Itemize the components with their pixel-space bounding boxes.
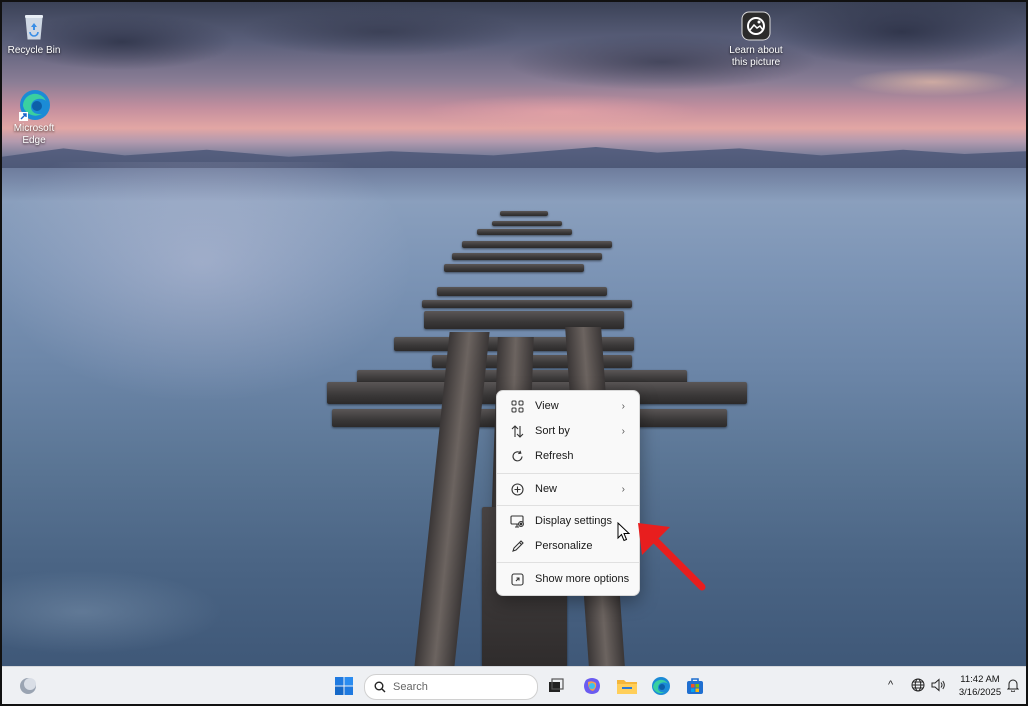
menu-item-show-more-options[interactable]: Show more options — [501, 567, 635, 591]
widgets-icon[interactable] — [18, 676, 38, 696]
menu-item-label: Refresh — [535, 450, 574, 462]
system-clock[interactable]: 11:42 AM 3/16/2025 — [954, 673, 1006, 699]
chevron-right-icon: › — [621, 400, 625, 412]
volume-icon[interactable] — [931, 678, 947, 694]
menu-item-sort-by[interactable]: Sort by › — [501, 419, 635, 443]
desktop-icon-recycle-bin[interactable]: Recycle Bin — [2, 10, 66, 57]
chevron-right-icon: › — [621, 483, 625, 495]
desktop-icon-label: Recycle Bin — [7, 45, 61, 56]
spotlight-label: Learn about this picture — [729, 45, 783, 68]
mouse-cursor-icon — [617, 522, 630, 542]
taskbar: Search ^ 11:42 AM 3/16/2025 — [2, 666, 1026, 704]
spotlight-icon — [740, 10, 772, 42]
file-explorer-icon[interactable] — [616, 676, 637, 696]
recycle-bin-icon — [18, 10, 50, 42]
plus-circle-icon — [509, 481, 525, 497]
menu-item-label: Sort by — [535, 425, 570, 437]
clock-time: 11:42 AM — [960, 674, 1000, 685]
chevron-right-icon: › — [621, 425, 625, 437]
desktop-icon-edge[interactable]: Microsoft Edge — [2, 88, 66, 147]
taskbar-search-box[interactable]: Search — [364, 674, 538, 700]
display-icon — [509, 513, 525, 529]
wallpaper-clouds — [2, 2, 1026, 162]
search-placeholder: Search — [393, 681, 428, 693]
network-icon[interactable] — [911, 678, 927, 694]
menu-separator — [497, 505, 639, 506]
copilot-icon[interactable] — [582, 676, 602, 696]
menu-item-new[interactable]: New › — [501, 477, 635, 501]
sort-icon — [509, 423, 525, 439]
grid-icon — [509, 398, 525, 414]
menu-item-label: Personalize — [535, 540, 593, 552]
desktop-screen: Recycle Bin Microsoft Edge Learn about t… — [0, 0, 1028, 706]
menu-separator — [497, 562, 639, 563]
store-icon[interactable] — [685, 676, 705, 696]
desktop-icon-label: Microsoft Edge — [13, 123, 55, 146]
pen-icon — [509, 538, 525, 554]
notification-bell-icon[interactable] — [1006, 678, 1021, 694]
menu-item-refresh[interactable]: Refresh — [501, 444, 635, 468]
edge-icon — [18, 88, 50, 121]
annotation-arrow-icon — [638, 523, 706, 591]
menu-item-label: Show more options — [535, 573, 630, 585]
desktop-icon-spotlight[interactable]: Learn about this picture — [720, 10, 792, 69]
refresh-icon — [509, 448, 525, 464]
search-icon — [374, 681, 386, 693]
menu-item-label: New — [535, 483, 558, 495]
menu-item-label: Display settings — [535, 515, 613, 527]
menu-item-label: View — [535, 400, 559, 412]
edge-icon[interactable] — [651, 676, 671, 696]
menu-item-personalize[interactable]: Personalize — [501, 534, 635, 558]
task-view-icon[interactable] — [546, 676, 566, 696]
desktop-context-menu: View › Sort by › Refresh New › Display s… — [496, 390, 640, 596]
expand-icon — [509, 571, 525, 587]
start-icon[interactable] — [334, 676, 354, 696]
menu-item-display-settings[interactable]: Display settings — [501, 509, 635, 533]
menu-item-view[interactable]: View › — [501, 394, 635, 418]
menu-separator — [497, 473, 639, 474]
show-hidden-icons-button[interactable]: ^ — [888, 679, 893, 691]
clock-date: 3/16/2025 — [958, 687, 1002, 698]
